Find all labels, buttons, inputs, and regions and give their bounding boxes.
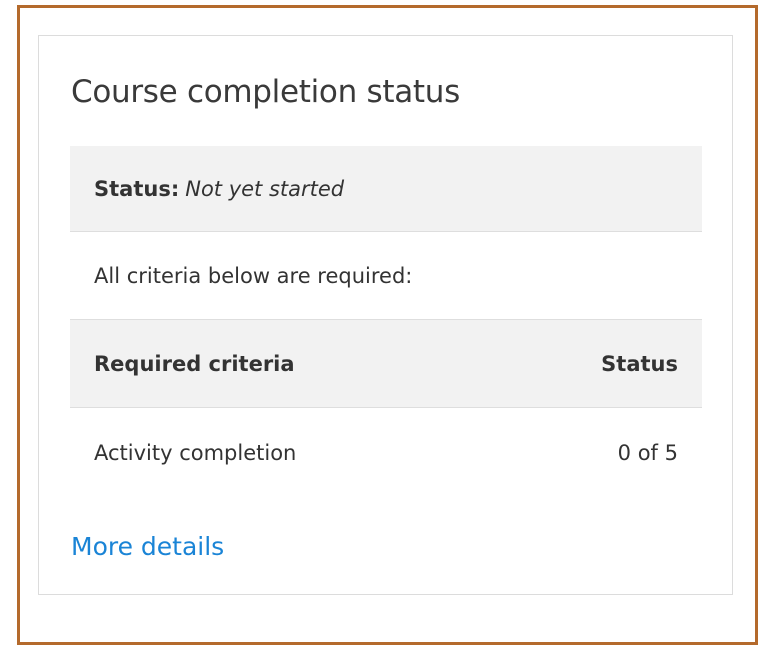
course-completion-block: Course completion status Status: Not yet… xyxy=(38,35,733,595)
criteria-name: Activity completion xyxy=(94,441,297,465)
header-required-criteria: Required criteria xyxy=(94,351,295,376)
table-row: Activity completion 0 of 5 xyxy=(70,408,702,498)
block-title: Course completion status xyxy=(71,74,460,110)
criteria-table-header: Required criteria Status xyxy=(70,320,702,408)
more-details-link[interactable]: More details xyxy=(71,532,224,561)
criteria-status: 0 of 5 xyxy=(617,441,678,465)
header-status: Status xyxy=(601,351,678,376)
status-value: Not yet started xyxy=(185,176,345,201)
requirement-note-text: All criteria below are required: xyxy=(94,263,413,288)
requirement-note: All criteria below are required: xyxy=(70,232,702,320)
status-row: Status: Not yet started xyxy=(70,146,702,232)
status-label: Status: xyxy=(94,176,180,201)
highlight-frame: Course completion status Status: Not yet… xyxy=(17,5,758,645)
